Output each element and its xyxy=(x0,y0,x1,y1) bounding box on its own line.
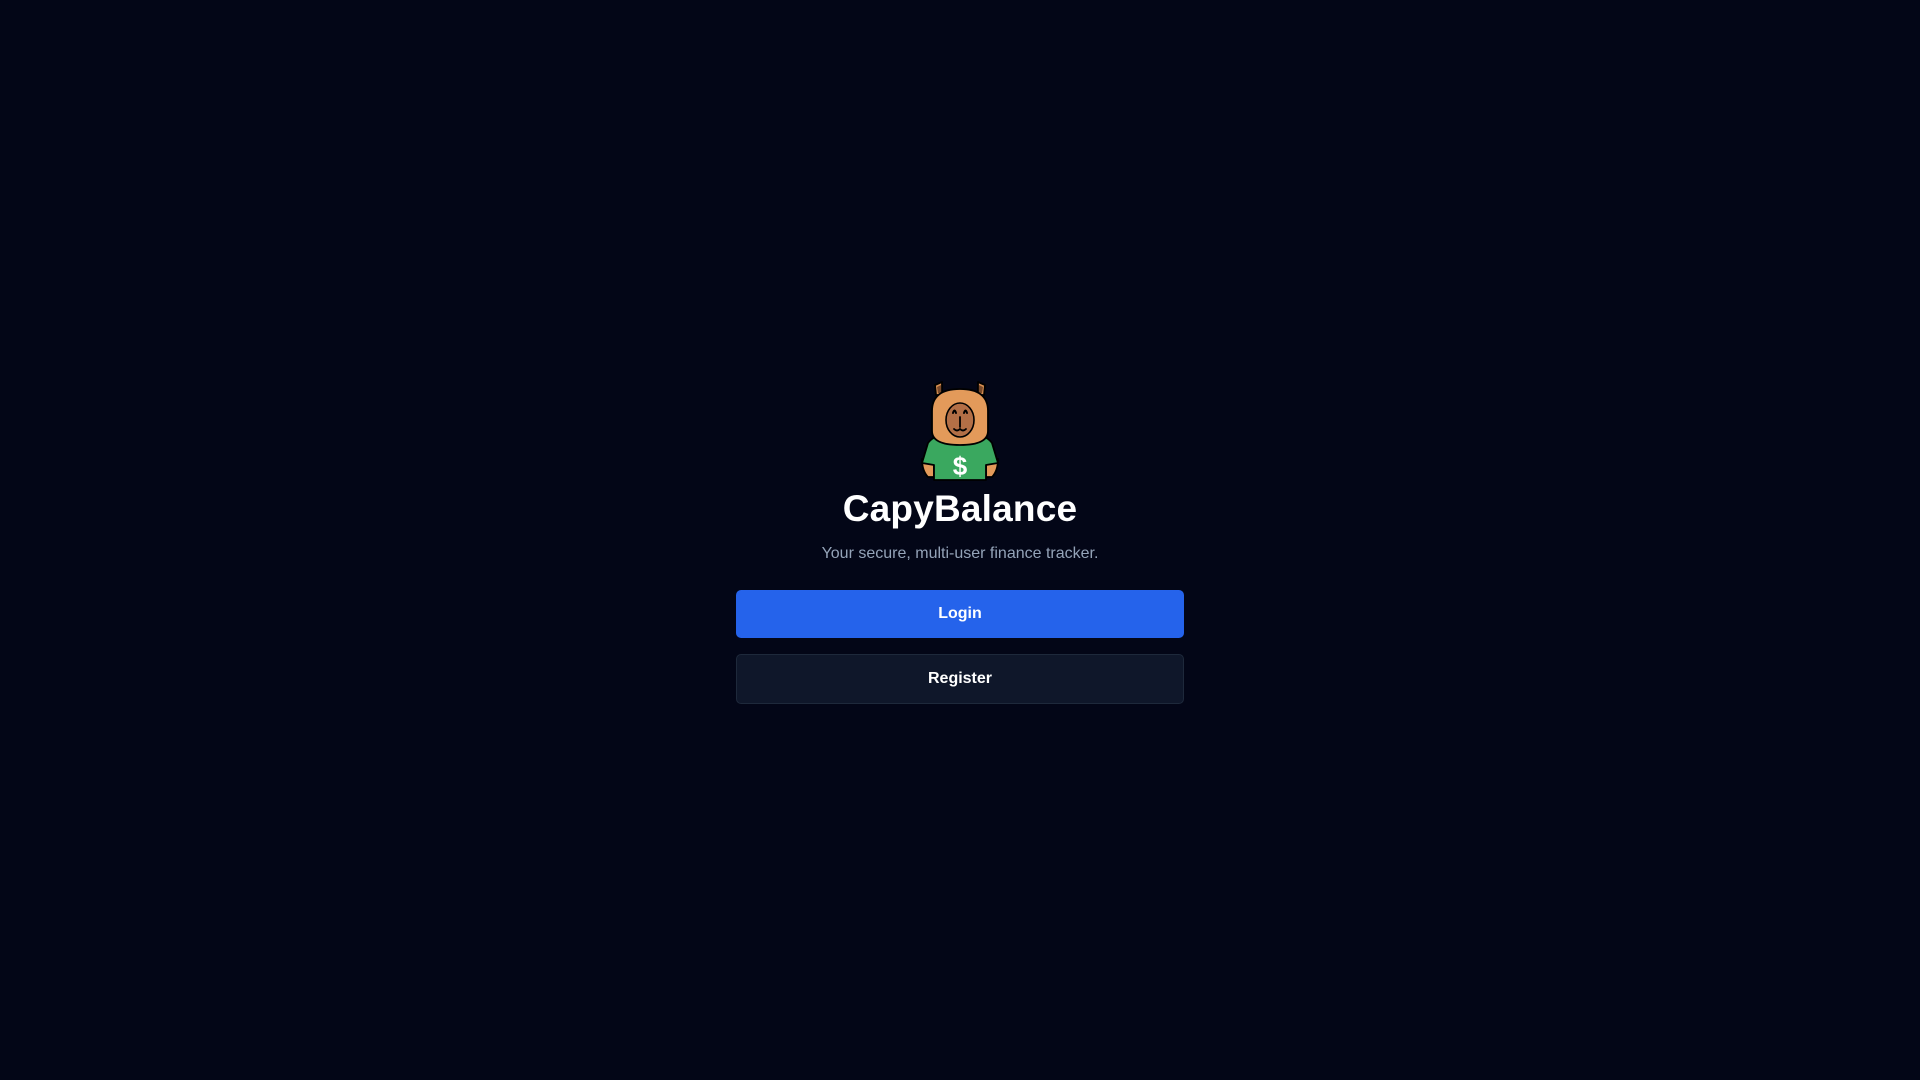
landing-page: $ CapyBalance Your secure, multi-user fi… xyxy=(0,0,1920,1080)
login-button[interactable]: Login xyxy=(736,590,1184,638)
app-title: CapyBalance xyxy=(842,488,1078,529)
dollar-symbol: $ xyxy=(953,451,968,481)
register-button[interactable]: Register xyxy=(736,654,1184,704)
welcome-panel: $ CapyBalance Your secure, multi-user fi… xyxy=(736,381,1184,704)
capybara-logo-icon: $ xyxy=(921,381,999,481)
app-tagline: Your secure, multi-user finance tracker. xyxy=(821,545,1099,562)
